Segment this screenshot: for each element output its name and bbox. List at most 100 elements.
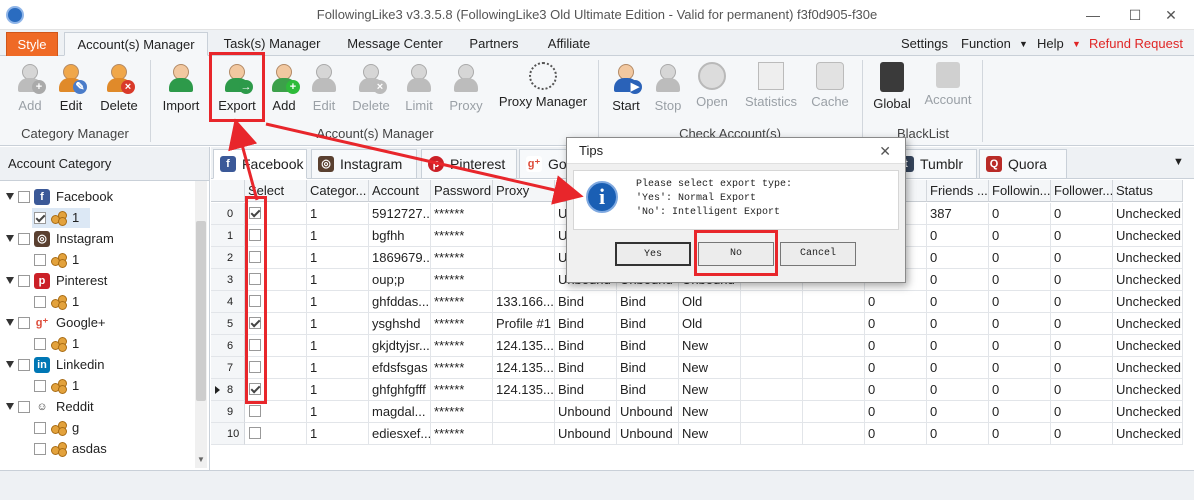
expand-arrow-icon[interactable] — [6, 361, 14, 368]
row-header[interactable]: 10 — [211, 423, 245, 445]
proxy-manager-button[interactable]: Proxy Manager — [494, 56, 592, 118]
dialog-close-icon[interactable]: ✕ — [879, 138, 891, 164]
expand-arrow-icon[interactable] — [6, 193, 14, 200]
table-cell-sel[interactable] — [245, 269, 307, 291]
tab-googleplus[interactable]: g⁺ Go — [519, 149, 569, 179]
help-dropdown-icon[interactable]: ▼ — [1072, 39, 1081, 49]
tree-subcategory[interactable]: g — [0, 418, 190, 438]
row-select-checkbox[interactable] — [249, 207, 261, 219]
cache-button[interactable]: Cache — [808, 56, 852, 118]
import-button[interactable]: Import — [156, 56, 206, 118]
tree-subcategory[interactable]: 1 — [0, 334, 190, 354]
tree-scroll-thumb[interactable] — [196, 221, 206, 401]
column-header[interactable]: Password — [431, 180, 493, 202]
expand-arrow-icon[interactable] — [6, 235, 14, 242]
proxy-button[interactable]: Proxy — [444, 56, 488, 118]
tab-style[interactable]: Style — [6, 32, 58, 56]
category-edit-button[interactable]: ✎ Edit — [52, 56, 90, 118]
row-header[interactable]: 4 — [211, 291, 245, 313]
settings-menu[interactable]: Settings — [901, 36, 948, 51]
row-header[interactable]: 1 — [211, 225, 245, 247]
column-header[interactable]: Select — [245, 180, 307, 202]
column-header[interactable]: Account — [369, 180, 431, 202]
tree-scrollbar[interactable]: ▼ — [195, 181, 207, 468]
tab-tasks-manager[interactable]: Task(s) Manager — [210, 32, 334, 56]
column-header[interactable]: Friends ... — [927, 180, 989, 202]
tree-subcategory[interactable]: 1 — [0, 376, 190, 396]
row-select-checkbox[interactable] — [249, 295, 261, 307]
close-button[interactable]: ✕ — [1158, 5, 1184, 25]
row-select-checkbox[interactable] — [249, 427, 261, 439]
tree-checkbox[interactable] — [34, 422, 46, 434]
row-header[interactable]: 7 — [211, 357, 245, 379]
tree-checkbox[interactable] — [18, 233, 30, 245]
table-cell-sel[interactable] — [245, 379, 307, 401]
row-select-checkbox[interactable] — [249, 273, 261, 285]
dialog-yes-button[interactable]: Yes — [615, 242, 691, 266]
account-delete-button[interactable]: × Delete — [348, 56, 394, 118]
tree-category-facebook[interactable]: f Facebook — [0, 187, 190, 207]
account-edit-button[interactable]: Edit — [306, 56, 342, 118]
tab-message-center[interactable]: Message Center — [336, 32, 454, 56]
account-blacklist-button[interactable]: Account — [920, 56, 976, 118]
column-header[interactable]: Categor... — [307, 180, 369, 202]
row-header[interactable]: 9 — [211, 401, 245, 423]
tabs-overflow-icon[interactable]: ▼ — [1173, 156, 1184, 168]
tree-subcategory[interactable]: 1 — [0, 250, 190, 270]
tree-checkbox[interactable] — [18, 359, 30, 371]
tab-instagram[interactable]: ◎ Instagram — [311, 149, 417, 179]
tab-quora[interactable]: Q Quora — [979, 149, 1067, 179]
tab-partners[interactable]: Partners — [458, 32, 530, 56]
refund-request-link[interactable]: Refund Request — [1089, 36, 1183, 51]
table-cell-sel[interactable] — [245, 203, 307, 225]
expand-arrow-icon[interactable] — [6, 403, 14, 410]
tab-accounts-manager[interactable]: Account(s) Manager — [64, 32, 208, 56]
column-header[interactable]: Status — [1113, 180, 1183, 202]
minimize-button[interactable]: — — [1080, 5, 1106, 25]
row-select-checkbox[interactable] — [249, 339, 261, 351]
help-menu[interactable]: Help — [1037, 36, 1064, 51]
tree-checkbox[interactable] — [34, 296, 46, 308]
column-header[interactable]: Followin... — [989, 180, 1051, 202]
tree-category-reddit[interactable]: ☺ Reddit — [0, 397, 190, 417]
table-cell-sel[interactable] — [245, 423, 307, 445]
tree-checkbox[interactable] — [18, 401, 30, 413]
dialog-cancel-button[interactable]: Cancel — [780, 242, 856, 266]
table-cell-sel[interactable] — [245, 247, 307, 269]
expand-arrow-icon[interactable] — [6, 319, 14, 326]
column-header[interactable]: Proxy — [493, 180, 555, 202]
tab-facebook[interactable]: f Facebook — [213, 149, 307, 179]
row-header[interactable]: 0 — [211, 203, 245, 225]
tree-checkbox[interactable] — [18, 191, 30, 203]
statistics-button[interactable]: Statistics — [740, 56, 802, 118]
tree-category-google[interactable]: g⁺ Google+ — [0, 313, 190, 333]
tree-checkbox[interactable] — [34, 380, 46, 392]
tree-checkbox[interactable] — [18, 317, 30, 329]
tree-checkbox[interactable] — [34, 443, 46, 455]
row-header[interactable]: 6 — [211, 335, 245, 357]
tree-checkbox[interactable] — [18, 275, 30, 287]
account-add-button[interactable]: + Add — [268, 56, 300, 118]
global-blacklist-button[interactable]: Global — [870, 56, 914, 118]
table-cell-sel[interactable] — [245, 335, 307, 357]
row-header[interactable]: 2 — [211, 247, 245, 269]
column-header[interactable]: Follower... — [1051, 180, 1113, 202]
row-header[interactable]: 3 — [211, 269, 245, 291]
row-select-checkbox[interactable] — [249, 383, 261, 395]
table-cell-sel[interactable] — [245, 401, 307, 423]
table-cell-sel[interactable] — [245, 291, 307, 313]
function-dropdown-icon[interactable]: ▼ — [1019, 39, 1028, 49]
limit-button[interactable]: Limit — [400, 56, 438, 118]
row-select-checkbox[interactable] — [249, 361, 261, 373]
category-add-button[interactable]: + Add — [12, 56, 48, 118]
row-header[interactable]: 5 — [211, 313, 245, 335]
table-cell-sel[interactable] — [245, 357, 307, 379]
open-button[interactable]: Open — [692, 56, 732, 118]
tree-category-linkedin[interactable]: in Linkedin — [0, 355, 190, 375]
stop-button[interactable]: Stop — [650, 56, 686, 118]
tree-category-pinterest[interactable]: p Pinterest — [0, 271, 190, 291]
dialog-no-button[interactable]: No — [698, 242, 774, 266]
tree-subcategory[interactable]: asdas — [0, 439, 190, 459]
table-cell-sel[interactable] — [245, 225, 307, 247]
tree-subcategory[interactable]: 1 — [0, 292, 190, 312]
